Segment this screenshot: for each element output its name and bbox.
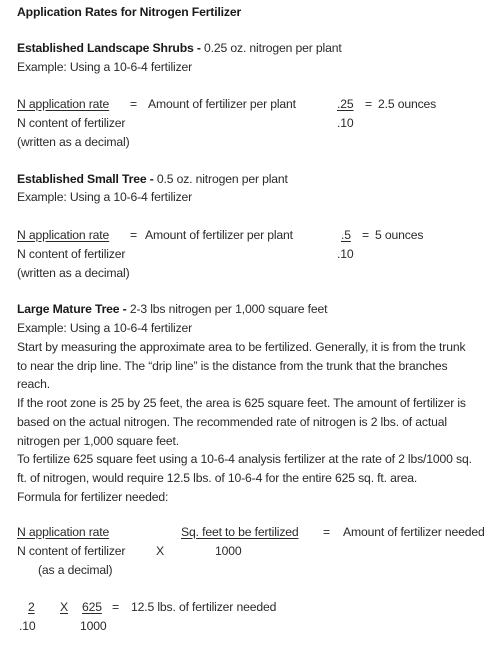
large-tree-example: Example: Using a 10-6-4 fertilizer — [17, 321, 193, 335]
paragraph-line: to near the drip line. The “drip line” i… — [17, 359, 448, 373]
shrubs-formula-denominator: N content of fertilizer — [17, 116, 126, 130]
calc-n-numerator: 2 — [28, 600, 35, 614]
shrubs-heading-line: Established Landscape Shrubs - 0.25 oz. … — [17, 41, 342, 56]
large-tree-formula-sq-denominator: 1000 — [215, 544, 242, 558]
paragraph-line: reach. — [17, 377, 50, 391]
large-tree-formula-result-label: Amount of fertilizer needed — [343, 525, 485, 539]
small-tree-formula-numerator: N application rate — [17, 228, 110, 242]
large-tree-formula-equals: = — [323, 525, 330, 539]
calc-times: X — [60, 600, 68, 614]
large-tree-formula-note: (as a decimal) — [38, 563, 113, 577]
small-tree-calc-equals: = — [362, 228, 369, 242]
small-tree-formula-result-label: Amount of fertilizer per plant — [145, 228, 293, 242]
large-tree-formula-numerator: N application rate — [17, 525, 110, 539]
large-tree-formula-denominator: N content of fertilizer — [17, 544, 126, 558]
large-tree-formula-times: X — [156, 544, 164, 558]
large-tree-heading: Large Mature Tree - — [17, 302, 127, 316]
shrubs-formula-note: (written as a decimal) — [17, 135, 130, 149]
large-tree-rate: 2-3 lbs nitrogen per 1,000 square feet — [126, 302, 328, 316]
small-tree-calc-numerator: .5 — [341, 228, 351, 242]
shrubs-calc-numerator: .25 — [337, 97, 354, 111]
calc-equals: = — [112, 600, 119, 614]
paragraph-line: ft. of nitrogen, would require 12.5 lbs.… — [17, 471, 418, 485]
small-tree-calc-denominator: .10 — [337, 247, 354, 261]
calc-result: 12.5 lbs. of fertilizer needed — [131, 600, 277, 614]
paragraph-line: Formula for fertilizer needed: — [17, 490, 169, 504]
small-tree-formula-equals: = — [130, 228, 137, 242]
paragraph-line: based on the actual nitrogen. The recomm… — [17, 415, 447, 429]
calc-sq-numerator: 625 — [82, 600, 102, 614]
paragraph-line: To fertilize 625 square feet using a 10-… — [17, 452, 472, 466]
shrubs-heading: Established Landscape Shrubs - — [17, 41, 201, 55]
shrubs-example: Example: Using a 10-6-4 fertilizer — [17, 60, 193, 74]
small-tree-formula-note: (written as a decimal) — [17, 266, 130, 280]
small-tree-formula-denominator: N content of fertilizer — [17, 247, 126, 261]
large-tree-formula-sq-numerator: Sq. feet to be fertilized — [181, 525, 299, 539]
shrubs-formula-equals: = — [130, 97, 137, 111]
paragraph-line: If the root zone is 25 by 25 feet, the a… — [17, 396, 466, 410]
small-tree-heading-line: Established Small Tree - 0.5 oz. nitroge… — [17, 172, 288, 187]
calc-n-denominator: .10 — [19, 619, 36, 633]
paragraph-line: nitrogen per 1,000 square feet. — [17, 434, 180, 448]
small-tree-example: Example: Using a 10-6-4 fertilizer — [17, 190, 193, 204]
page-title: Application Rates for Nitrogen Fertilize… — [17, 5, 242, 19]
large-tree-heading-line: Large Mature Tree - 2-3 lbs nitrogen per… — [17, 302, 328, 317]
shrubs-calc-result: 2.5 ounces — [378, 97, 437, 111]
shrubs-calc-denominator: .10 — [337, 116, 354, 130]
shrubs-rate: 0.25 oz. nitrogen per plant — [200, 41, 342, 55]
small-tree-calc-result: 5 ounces — [375, 228, 424, 242]
calc-sq-denominator: 1000 — [80, 619, 107, 633]
small-tree-rate: 0.5 oz. nitrogen per plant — [153, 172, 288, 186]
small-tree-heading: Established Small Tree - — [17, 172, 154, 186]
paragraph-line: Start by measuring the approximate area … — [17, 340, 466, 354]
shrubs-formula-result-label: Amount of fertilizer per plant — [148, 97, 296, 111]
shrubs-formula-numerator: N application rate — [17, 97, 110, 111]
shrubs-calc-equals: = — [365, 97, 372, 111]
